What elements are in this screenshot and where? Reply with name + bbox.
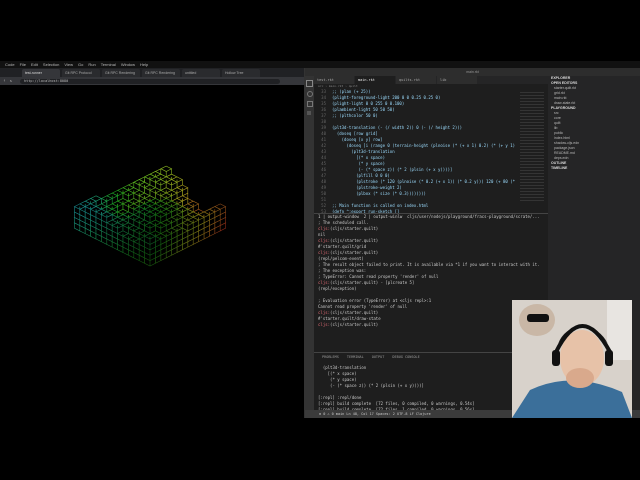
repl-prompt: cljs꞉ <box>318 310 331 315</box>
terminal-text: Cannot read property 'render' of null <box>318 304 408 309</box>
code-text: (plstroke-weight 2) <box>332 185 402 190</box>
code-text: (doseq [x y] row] <box>332 137 383 142</box>
code-text: (plt3d-translation (- (/ width 2)) 0 (- … <box>332 125 463 130</box>
reload-icon[interactable]: ↻ <box>10 78 12 83</box>
menu-item[interactable]: View <box>64 62 73 67</box>
repl-prompt: cljs꞉ <box>318 226 331 231</box>
git-icon[interactable] <box>307 101 313 107</box>
repl-prompt: cljs꞉ <box>318 238 331 243</box>
terminal-text: (cljs/starter.quilt) <box>330 322 379 327</box>
terminal-text: ; The exception was: <box>318 268 367 273</box>
menu-item[interactable]: Window <box>121 62 135 67</box>
terminal-text: ; Evaluation error (TypeError) at <cljs … <box>318 298 432 303</box>
menu-item[interactable]: Help <box>140 62 148 67</box>
address-bar[interactable]: http://localhost:8080 <box>20 78 280 84</box>
os-menubar: Code File Edit Selection View Go Run Terminal Wi… <box>0 61 640 68</box>
code-text: (plambient-light 50 50 50) <box>332 107 395 112</box>
terminal-text: ; The scheduled call. <box>318 220 369 225</box>
repl-prompt: cljs꞉ <box>318 322 331 327</box>
presenter-image <box>512 300 632 418</box>
code-text: ;; (plthcolor 50 0) <box>332 113 378 118</box>
terminal-text: (cljs/starter.quilt) <box>330 310 379 315</box>
code-text: (plbox (* size (* 0.3)))))))) <box>332 191 426 196</box>
cube <box>143 233 157 245</box>
panel-tab[interactable]: TERMINAL <box>347 355 364 359</box>
terminal-text: (cljs/starter.quilt) - [plcreate 5] <box>330 280 415 285</box>
sketch-canvas[interactable] <box>0 85 304 418</box>
terminal-text: (repl/pelcom-event) <box>318 256 364 261</box>
terminal-text: ; The result object failed to print. It … <box>318 262 540 267</box>
browser-toolbar: ‹ ↻ http://localhost:8080 <box>0 77 304 85</box>
terminal-text: ; TypeError: Cannot read property 'rende… <box>318 274 439 279</box>
menu-item[interactable]: File <box>20 62 26 67</box>
code-editor[interactable]: 33;; (plan (+ 25)) 34 (plight-foreground-l… <box>314 89 537 214</box>
repl-prompt: cljs꞉ <box>318 280 331 285</box>
terminal-text: nil <box>318 232 326 237</box>
menu-item[interactable]: Terminal <box>101 62 116 67</box>
code-text: (doseq [row grid] <box>332 131 378 136</box>
files-icon[interactable] <box>306 80 313 87</box>
terminal-text: (cljs/starter.quilt) <box>330 250 379 255</box>
editor-tab[interactable]: quilts.rkt <box>396 76 436 84</box>
status-text: ⊗ 0 ⚠ 0 main Ln 48, Col 17 Spaces: 2 UTF… <box>319 412 431 416</box>
code-text: (- (* space z)) (* 2 (plsin (+ x y))))] <box>332 167 453 172</box>
code-text: (plfill 0 0 0) <box>332 173 390 178</box>
code-text: (doseq [i (range 0 (terrain-height (plno… <box>332 143 537 148</box>
menu-item[interactable]: Edit <box>31 62 38 67</box>
webcam-overlay <box>512 300 632 418</box>
editor-tabs: test.rkt main.rkt quilts.rkt lib <box>314 76 548 84</box>
browser-tab[interactable]: Git RPC Rendering <box>102 69 140 77</box>
browser-tab[interactable]: untitled <box>182 69 220 77</box>
menu-item[interactable]: Run <box>88 62 95 67</box>
minimap[interactable] <box>516 89 548 213</box>
terminal-text: (cljs/starter.quilt) <box>330 238 379 243</box>
sidebar-section[interactable]: TIMELINE <box>548 166 640 171</box>
extensions-icon[interactable] <box>307 111 311 115</box>
browser-tab[interactable]: Hollow Tree <box>222 69 260 77</box>
menu-item[interactable]: Selection <box>43 62 59 67</box>
activity-bar <box>305 76 314 410</box>
code-text: (plstroke (* 120 (plnoise (* 0.2 (+ x 1)… <box>332 179 532 184</box>
panel-tab[interactable]: PROBLEMS <box>322 355 339 359</box>
browser-tab[interactable]: Git RPC Protocol <box>62 69 100 77</box>
browser-tab-strip: test-runner Git RPC Protocol Git RPC Rende… <box>0 68 304 77</box>
panel-tab[interactable]: DEBUG CONSOLE <box>392 355 419 359</box>
panel-tab[interactable]: OUTPUT <box>372 355 385 359</box>
search-icon[interactable] <box>307 91 313 97</box>
vscode-title: main.rkt <box>305 68 640 76</box>
back-icon[interactable]: ‹ <box>3 78 6 84</box>
editor-tab[interactable]: main.rkt <box>355 76 395 84</box>
browser-tab[interactable]: test-runner <box>22 69 60 77</box>
editor-tab[interactable]: lib <box>437 76 477 84</box>
code-text: (plight-foreground-light 200 0 0 0.25 0.… <box>332 95 441 100</box>
browser-tab[interactable]: Git RPC Rendering <box>142 69 180 77</box>
menu-item[interactable]: Go <box>78 62 83 67</box>
code-text: ;; Main function is called on index.html <box>332 203 429 208</box>
terminal-text: #'starter.quilt/draw-state <box>318 316 381 321</box>
terminal-text: #'starter.quilt/grid <box>318 244 367 249</box>
code-text: ;; (plan (+ 25)) <box>332 89 371 94</box>
terminal-text: (repl/exception) <box>318 286 357 291</box>
editor-tab[interactable]: test.rkt <box>314 76 354 84</box>
browser-window: test-runner Git RPC Protocol Git RPC Rende… <box>0 68 305 418</box>
terminal-text: 1 | output-window 2 | output-winlw cljs/… <box>318 214 540 219</box>
code-text: (plt3d-translation <box>332 149 395 154</box>
code-text: (* y space) <box>332 161 385 166</box>
code-text: [(* x space) <box>332 155 385 160</box>
repl-prompt: cljs꞉ <box>318 250 331 255</box>
code-text: (plight-light 0 0 255 0 0.100) <box>332 101 405 106</box>
terminal-text: (cljs/starter.quilt) <box>330 226 379 231</box>
menu-item[interactable]: Code <box>5 62 15 67</box>
